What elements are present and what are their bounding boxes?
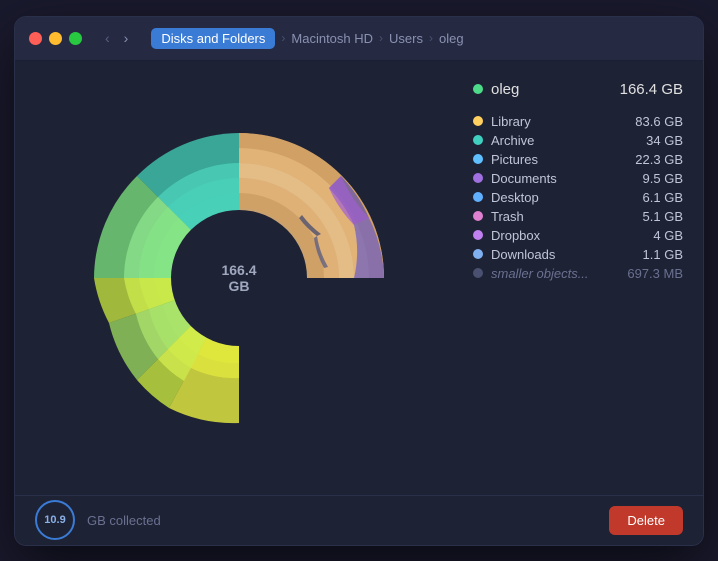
sidebar-item[interactable]: smaller objects... 697.3 MB	[473, 264, 683, 283]
item-dot	[473, 268, 483, 278]
item-name: Trash	[491, 209, 524, 224]
item-size: 6.1 GB	[613, 190, 683, 205]
breadcrumb-macintosh-hd[interactable]: Macintosh HD	[291, 31, 373, 46]
item-size: 4 GB	[613, 228, 683, 243]
forward-arrow[interactable]: ›	[119, 28, 134, 48]
collected-value: 10.9	[44, 514, 65, 526]
sidebar-item[interactable]: Dropbox 4 GB	[473, 226, 683, 245]
sidebar: oleg 166.4 GB Library 83.6 GB Archive 34 GB…	[463, 61, 703, 495]
delete-button[interactable]: Delete	[609, 506, 683, 535]
root-name: oleg	[491, 81, 519, 98]
sidebar-item[interactable]: Pictures 22.3 GB	[473, 150, 683, 169]
item-name: Documents	[491, 171, 557, 186]
sidebar-items-list: Library 83.6 GB Archive 34 GB Pictures 22.3 G…	[473, 112, 683, 283]
sidebar-item[interactable]: Library 83.6 GB	[473, 112, 683, 131]
item-name: Dropbox	[491, 228, 540, 243]
root-size: 166.4 GB	[620, 81, 683, 98]
item-dot	[473, 230, 483, 240]
main-window: ‹ › Disks and Folders › Macintosh HD › U…	[14, 16, 704, 546]
item-dot	[473, 116, 483, 126]
fullscreen-button[interactable]	[69, 32, 82, 45]
item-name: Desktop	[491, 190, 539, 205]
breadcrumb-disks-and-folders[interactable]: Disks and Folders	[151, 28, 275, 49]
sidebar-item[interactable]: Trash 5.1 GB	[473, 207, 683, 226]
item-name: Pictures	[491, 152, 538, 167]
item-size: 1.1 GB	[613, 247, 683, 262]
sunburst-chart[interactable]: 166.4 GB	[79, 88, 399, 468]
item-size: 697.3 MB	[613, 266, 683, 281]
breadcrumb-oleg[interactable]: oleg	[439, 31, 464, 46]
sunburst-svg	[79, 88, 399, 468]
close-button[interactable]	[29, 32, 42, 45]
sidebar-title: oleg	[473, 81, 519, 98]
back-arrow[interactable]: ‹	[100, 28, 115, 48]
breadcrumb-users[interactable]: Users	[389, 31, 423, 46]
collected-label: GB collected	[87, 513, 597, 528]
item-dot	[473, 211, 483, 221]
item-dot	[473, 249, 483, 259]
item-dot	[473, 192, 483, 202]
sidebar-item[interactable]: Documents 9.5 GB	[473, 169, 683, 188]
chart-area: 166.4 GB	[15, 61, 463, 495]
breadcrumbs: Disks and Folders › Macintosh HD › Users…	[151, 28, 463, 49]
nav-arrows: ‹ ›	[100, 28, 133, 48]
minimize-button[interactable]	[49, 32, 62, 45]
item-size: 9.5 GB	[613, 171, 683, 186]
item-dot	[473, 154, 483, 164]
sidebar-header: oleg 166.4 GB	[473, 81, 683, 98]
item-dot	[473, 135, 483, 145]
titlebar: ‹ › Disks and Folders › Macintosh HD › U…	[15, 17, 703, 61]
item-size: 22.3 GB	[613, 152, 683, 167]
sidebar-item[interactable]: Downloads 1.1 GB	[473, 245, 683, 264]
item-size: 83.6 GB	[613, 114, 683, 129]
item-name: Downloads	[491, 247, 555, 262]
item-name: Library	[491, 114, 531, 129]
root-dot	[473, 84, 483, 94]
item-dot	[473, 173, 483, 183]
item-size: 5.1 GB	[613, 209, 683, 224]
item-name: smaller objects...	[491, 266, 589, 281]
sidebar-item[interactable]: Archive 34 GB	[473, 131, 683, 150]
item-size: 34 GB	[613, 133, 683, 148]
collected-badge: 10.9	[35, 500, 75, 540]
item-name: Archive	[491, 133, 534, 148]
sidebar-item[interactable]: Desktop 6.1 GB	[473, 188, 683, 207]
footer: 10.9 GB collected Delete	[15, 495, 703, 545]
traffic-lights	[29, 32, 82, 45]
content-area: 166.4 GB oleg 166.4 GB Library 83.6 GB Arc…	[15, 61, 703, 495]
